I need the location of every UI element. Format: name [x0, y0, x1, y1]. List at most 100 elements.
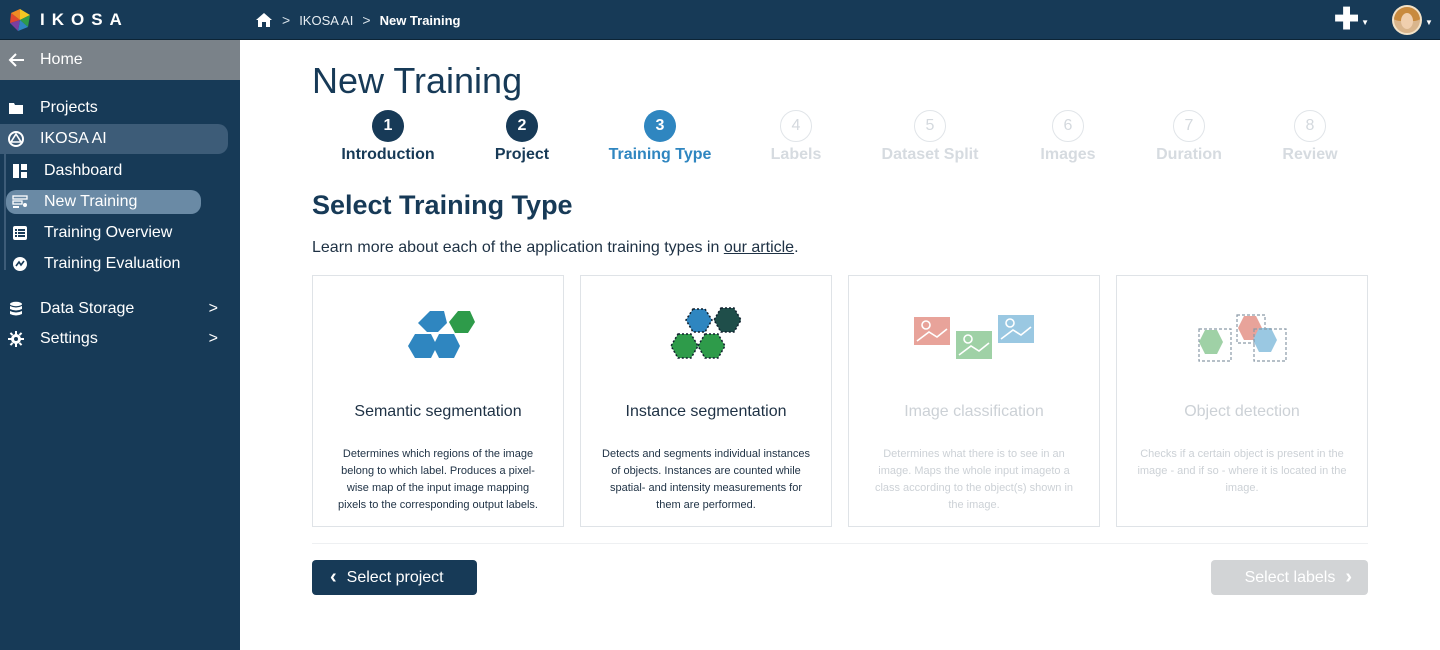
chevron-right-icon: >: [208, 330, 218, 347]
card-image-classification[interactable]: Image classification Determines what the…: [848, 275, 1100, 527]
avatar: [1392, 5, 1422, 35]
select-labels-button[interactable]: Select labels ›: [1211, 560, 1368, 595]
step-images: 6 Images: [998, 110, 1138, 164]
step-label: Labels: [770, 146, 822, 163]
sidebar-item-label: Projects: [40, 99, 98, 116]
section-title: Select Training Type: [312, 190, 573, 220]
ikosa-logo-icon: [10, 9, 30, 31]
step-dataset-split: 5 Dataset Split: [860, 110, 1000, 164]
folder-icon: [8, 100, 24, 116]
page-title: New Training: [312, 60, 523, 101]
caret-down-icon: ▼: [1361, 17, 1370, 27]
card-semantic-segmentation[interactable]: Semantic segmentation Determines which r…: [312, 275, 564, 527]
card-title: Image classification: [904, 403, 1044, 420]
sidebar-item-ikosa-ai[interactable]: IKOSA AI: [0, 124, 228, 154]
step-number: 8: [1294, 110, 1326, 142]
card-title: Semantic segmentation: [354, 403, 522, 420]
plus-icon: ✚: [1334, 3, 1360, 36]
step-number: 1: [372, 110, 404, 142]
select-project-label: Select project: [346, 568, 444, 586]
step-label: Project: [494, 146, 550, 163]
sidebar-item-training-overview[interactable]: Training Overview: [0, 218, 172, 248]
evaluation-icon: [12, 256, 28, 272]
top-bar: IKOSA > IKOSA AI > New Training ✚ ▼ ▼: [0, 0, 1440, 40]
breadcrumb-ikosa-ai[interactable]: IKOSA AI: [299, 13, 353, 28]
step-number: 4: [780, 110, 812, 142]
step-number: 6: [1052, 110, 1084, 142]
step-review: 8 Review: [1240, 110, 1380, 164]
step-label: Images: [1040, 146, 1096, 163]
step-label: Dataset Split: [881, 146, 979, 163]
sidebar-item-data-storage[interactable]: Data Storage >: [0, 294, 240, 324]
select-labels-label: Select labels: [1244, 568, 1336, 586]
user-menu-button[interactable]: ▼: [1392, 5, 1436, 35]
main-content: New Training 1 Introduction 2 Project 3 …: [240, 40, 1440, 650]
card-description: Checks if a certain object is present in…: [1137, 448, 1347, 494]
step-label: Review: [1282, 146, 1338, 163]
step-number: 2: [506, 110, 538, 142]
sidebar-item-projects[interactable]: Projects: [0, 93, 98, 123]
breadcrumb-new-training: New Training: [379, 12, 461, 28]
training-stepper: 1 Introduction 2 Project 3 Training Type…: [312, 110, 1372, 170]
training-icon: [12, 194, 28, 210]
list-icon: [12, 225, 28, 241]
logo[interactable]: IKOSA: [8, 7, 129, 33]
create-menu-button[interactable]: ✚ ▼: [1334, 3, 1374, 36]
sidebar-item-training-evaluation[interactable]: Training Evaluation: [0, 249, 180, 279]
card-object-detection[interactable]: Object detection Checks if a certain obj…: [1116, 275, 1368, 527]
instance-segmentation-icon: [670, 307, 742, 359]
chevron-right-icon: ›: [1345, 566, 1352, 588]
card-description: Detects and segments individual instance…: [602, 448, 810, 511]
image-classification-icon: [914, 315, 1034, 359]
intro-text-body: Learn more about each of the application…: [312, 239, 724, 256]
step-number: 5: [914, 110, 946, 142]
card-description: Determines which regions of the image be…: [338, 448, 538, 511]
breadcrumb: > IKOSA AI > New Training: [255, 0, 460, 40]
gear-icon: [8, 331, 24, 347]
step-project[interactable]: 2 Project: [452, 110, 592, 164]
card-description: Determines what there is to see in an im…: [874, 448, 1074, 511]
sidebar-home[interactable]: Home: [0, 40, 240, 80]
intro-text-end: .: [794, 239, 799, 256]
sidebar-item-settings[interactable]: Settings >: [0, 324, 240, 354]
caret-down-icon: ▼: [1425, 17, 1433, 27]
sidebar-home-label: Home: [40, 51, 83, 68]
ai-icon: [8, 131, 24, 147]
card-instance-segmentation[interactable]: Instance segmentation Detects and segmen…: [580, 275, 832, 527]
sidebar-item-label: IKOSA AI: [40, 130, 107, 147]
sidebar-item-new-training[interactable]: New Training: [6, 190, 201, 214]
sidebar-item-label: Settings: [40, 330, 98, 347]
chevron-left-icon: ‹: [330, 566, 337, 588]
training-type-cards: Semantic segmentation Determines which r…: [312, 275, 1368, 527]
sidebar-item-label: Training Overview: [44, 224, 173, 241]
sidebar-item-label: Dashboard: [44, 162, 123, 179]
step-label: Introduction: [341, 146, 435, 163]
sidebar: Home Projects IKOSA AI Dashboard New Tra…: [0, 40, 240, 650]
sidebar-item-dashboard[interactable]: Dashboard: [0, 156, 122, 186]
database-icon: [8, 301, 24, 317]
step-duration: 7 Duration: [1119, 110, 1259, 164]
step-number: 7: [1173, 110, 1205, 142]
object-detection-icon: [1198, 314, 1287, 362]
dashboard-icon: [12, 163, 28, 179]
step-training-type[interactable]: 3 Training Type: [590, 110, 730, 164]
article-link[interactable]: our article: [724, 239, 794, 256]
chevron-right-icon: >: [282, 12, 291, 28]
sidebar-item-label: Data Storage: [40, 300, 135, 317]
card-title: Instance segmentation: [625, 403, 787, 420]
logo-text: IKOSA: [40, 10, 129, 29]
step-labels: 4 Labels: [726, 110, 866, 164]
step-label: Duration: [1156, 146, 1222, 163]
home-icon[interactable]: [255, 11, 273, 29]
semantic-segmentation-icon: [408, 311, 475, 358]
card-title: Object detection: [1184, 403, 1300, 420]
select-project-button[interactable]: ‹ Select project: [312, 560, 477, 595]
intro-text: Learn more about each of the application…: [312, 239, 799, 257]
arrow-left-icon: [8, 53, 24, 67]
sidebar-item-label: Training Evaluation: [44, 255, 181, 272]
chevron-right-icon: >: [362, 12, 371, 28]
step-number: 3: [644, 110, 676, 142]
step-introduction[interactable]: 1 Introduction: [318, 110, 458, 164]
step-label: Training Type: [608, 146, 712, 163]
sidebar-item-label: New Training: [44, 193, 138, 210]
